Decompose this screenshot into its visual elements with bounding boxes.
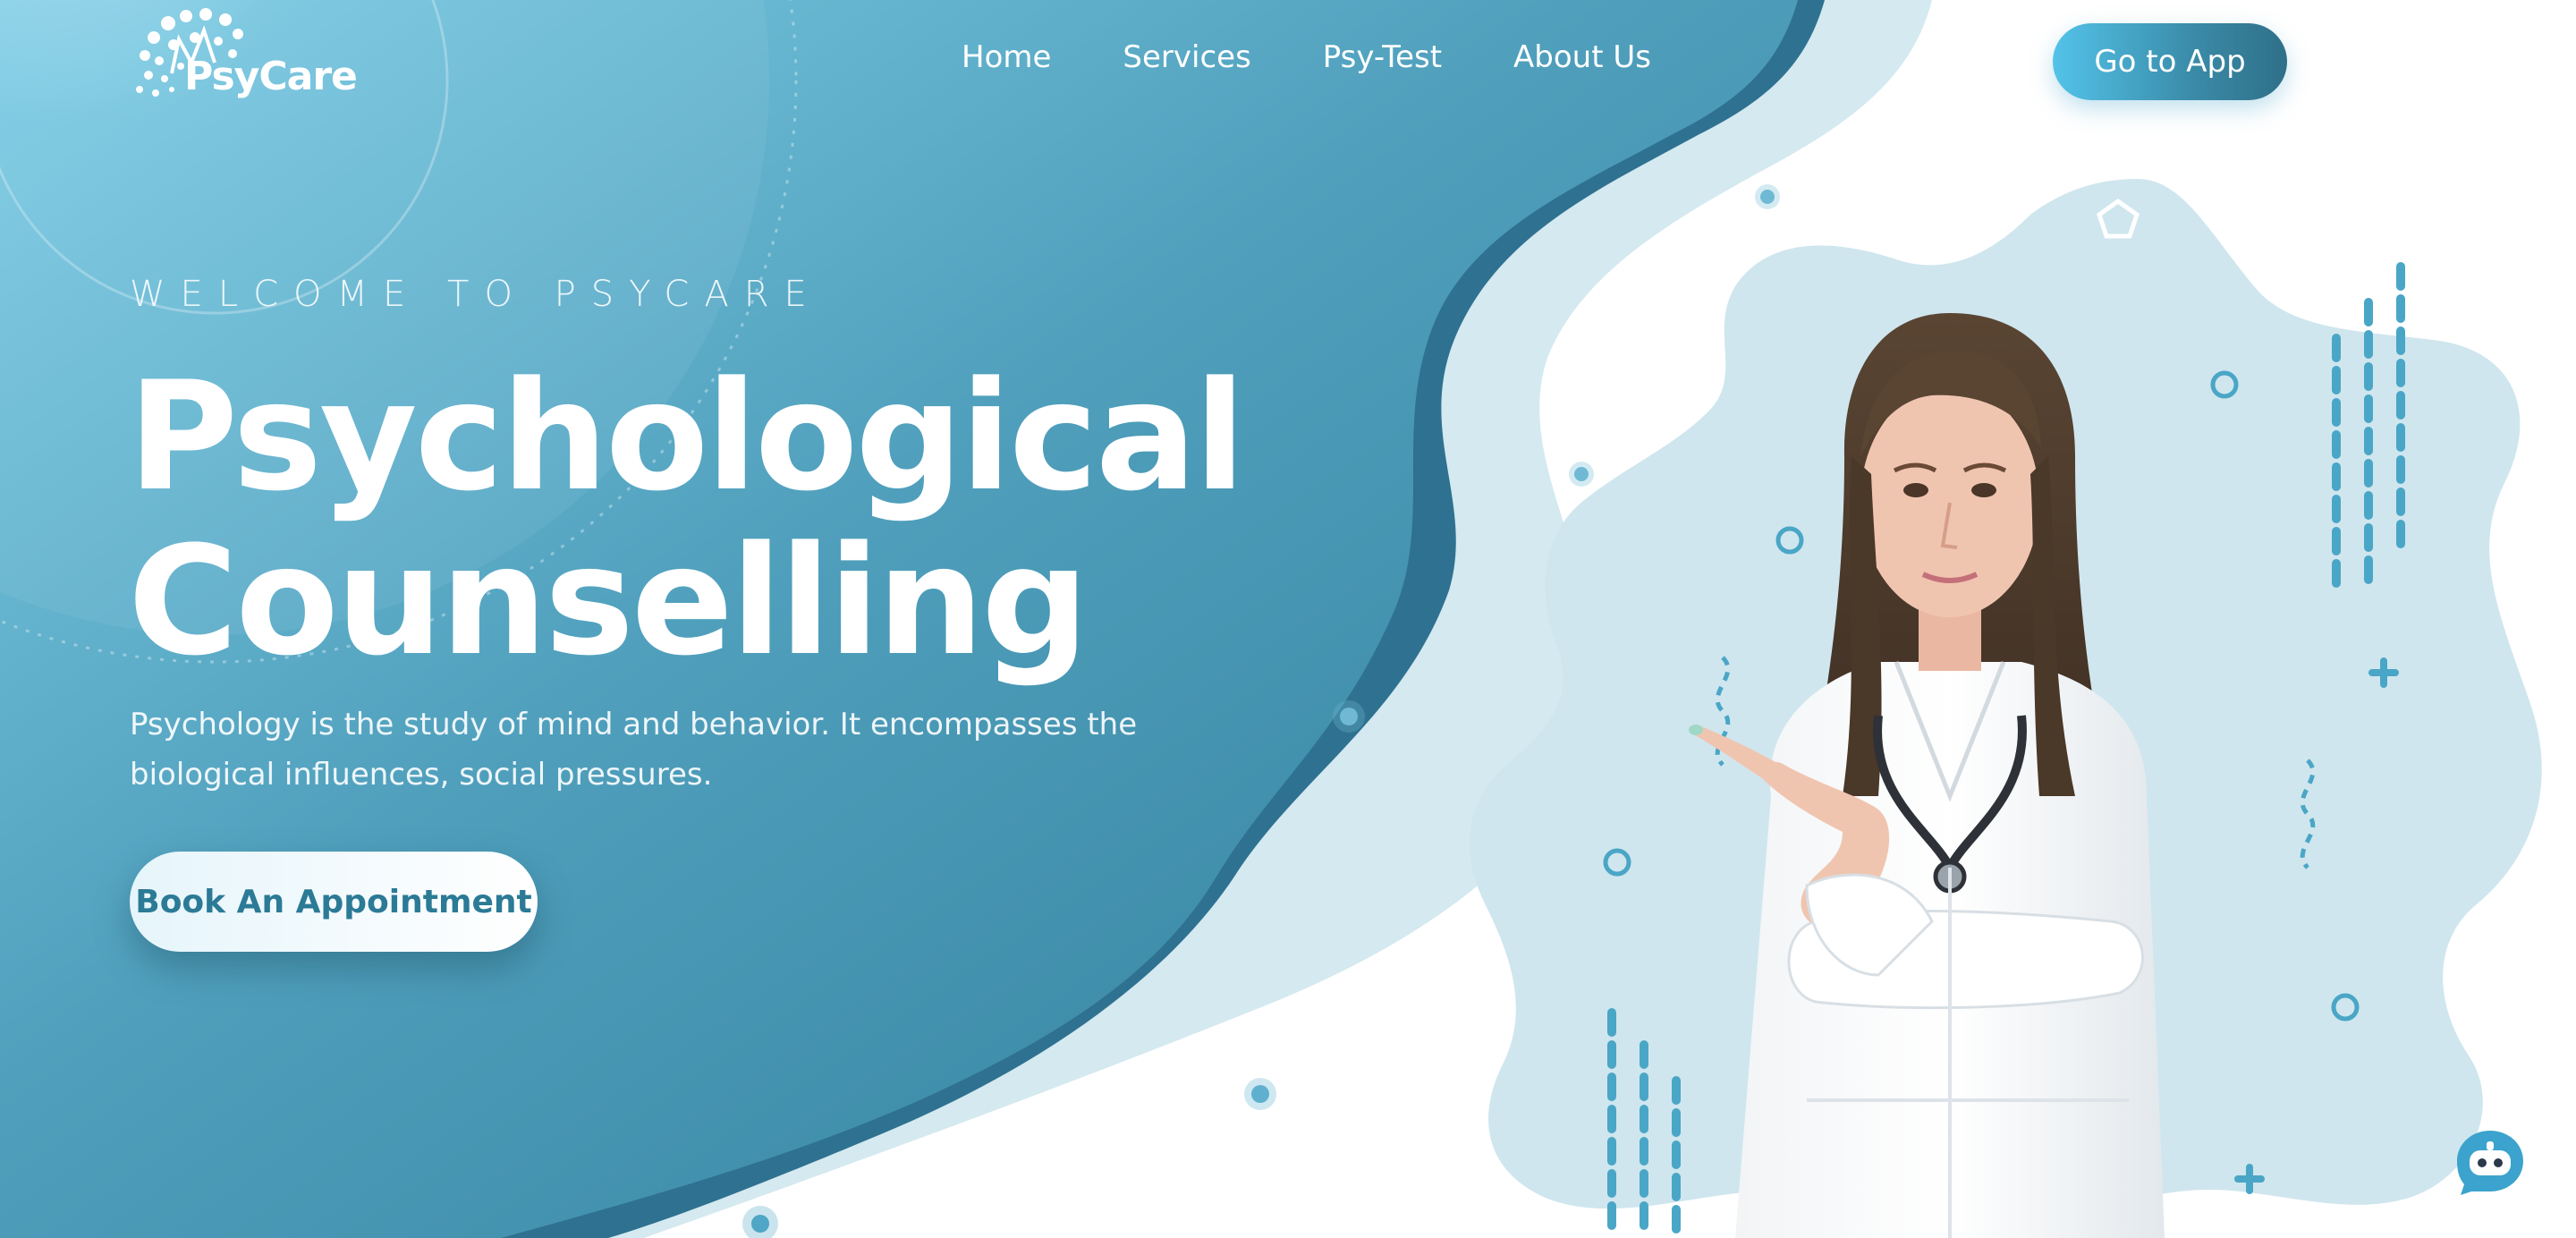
nav-item-psy-test[interactable]: Psy-Test (1323, 39, 1442, 75)
chatbot-icon[interactable] (2455, 1129, 2525, 1195)
hero-title-line-2: Counselling (128, 513, 1089, 689)
hero-title: Psychological Counselling (128, 349, 1246, 689)
book-appointment-button[interactable]: Book An Appointment (130, 852, 538, 952)
nav-item-services[interactable]: Services (1123, 39, 1250, 75)
go-to-app-button[interactable]: Go to App (2053, 23, 2287, 100)
hero-eyebrow: WELCOME TO PSYCARE (130, 274, 822, 315)
hero-description: Psychology is the study of mind and beha… (130, 707, 1138, 793)
hero-title-line-1: Psychological (128, 349, 1246, 524)
main-nav: Home Services Psy-Test About Us (962, 39, 1723, 75)
doctor-image (1689, 313, 2165, 1238)
nav-item-about-us[interactable]: About Us (1513, 39, 1651, 75)
brand-name[interactable]: PsyCare (184, 54, 358, 99)
nav-item-home[interactable]: Home (962, 39, 1051, 75)
